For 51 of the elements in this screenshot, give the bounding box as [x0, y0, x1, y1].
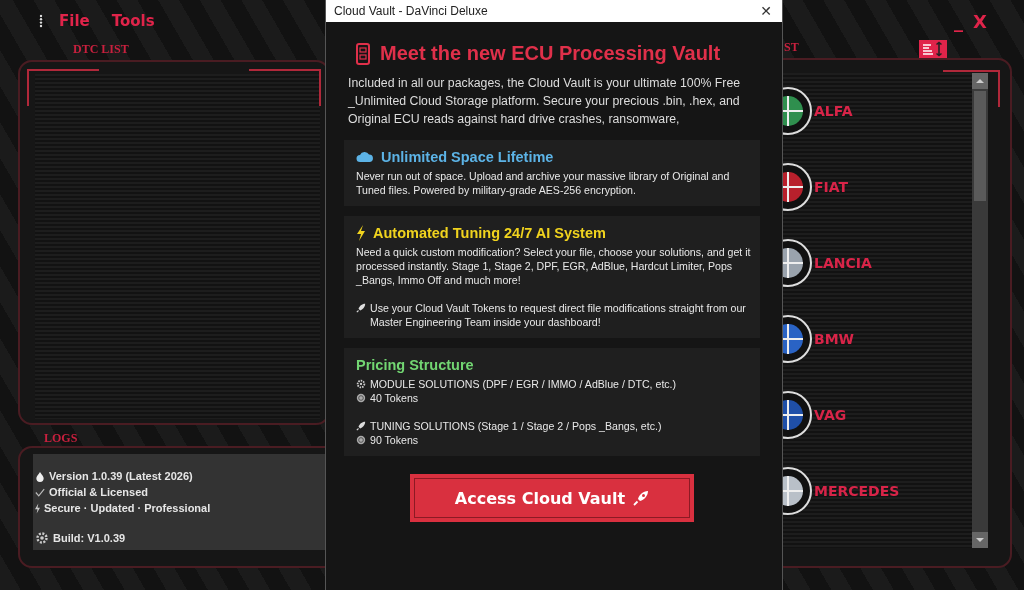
- gear-icon: [356, 379, 366, 389]
- close-button[interactable]: ✕: [756, 3, 776, 19]
- panel-title: DTC LIST: [73, 42, 130, 58]
- window-control[interactable]: _: [951, 10, 967, 32]
- menu-item[interactable]: File: [53, 12, 96, 30]
- scrollbar-thumb[interactable]: [974, 91, 986, 201]
- gear-icon: [35, 531, 49, 545]
- scroll-up-icon[interactable]: [972, 73, 988, 89]
- menu-icon[interactable]: [39, 14, 43, 28]
- window-title: Cloud Vault - DaVinci Deluxe: [334, 4, 488, 18]
- brand-item[interactable]: ALFA: [812, 103, 855, 119]
- brand-item[interactable]: MERCEDES: [812, 483, 902, 499]
- bolt-icon: [35, 502, 40, 514]
- rocket-icon: [356, 421, 366, 431]
- scroll-down-icon[interactable]: [972, 532, 988, 548]
- brand-item[interactable]: LANCIA: [812, 255, 874, 271]
- card-text: 90 Tokens: [370, 433, 419, 447]
- log-line: Build: V1.0.39: [53, 532, 126, 544]
- card-text: 40 Tokens: [370, 391, 419, 405]
- access-button[interactable]: Access Cloud Vault: [410, 474, 694, 522]
- coin-icon: [356, 435, 366, 445]
- sort-icon[interactable]: [919, 40, 947, 58]
- panel-title: ST: [784, 40, 799, 55]
- card-title: Unlimited Space Lifetime: [381, 149, 554, 165]
- card-text: TUNING SOLUTIONS (Stage 1 / Stage 2 / Pops _Bangs, etc.): [370, 419, 662, 433]
- chip-icon: [356, 42, 370, 65]
- log-line: Official & Licensed: [49, 486, 149, 498]
- card-title: Automated Tuning 24/7 AI System: [373, 225, 606, 241]
- panel-title: LOGS: [44, 431, 79, 446]
- intro-text: Included in all our packages, the Cloud Vault is your ultimate 100% Free _Unlimited Cloud Storage platform. Secure your precious .bin, .hex, and Original ECU reads against hard drive crashes, ransomware,: [348, 75, 742, 128]
- brand-item[interactable]: BMW: [812, 331, 857, 347]
- drop-icon: [35, 470, 45, 482]
- window-control[interactable]: X: [970, 10, 990, 32]
- card-text: Use your Cloud Vault Tokens to request direct file modifications straight from our Master Engineering Team inside your dashboard!: [370, 301, 747, 329]
- bolt-icon: [356, 225, 366, 241]
- card-text: MODULE SOLUTIONS (DPF / EGR / IMMO / AdBlue / DTC, etc.): [370, 377, 677, 391]
- card-title: Pricing Structure: [356, 357, 474, 373]
- rocket-icon: [356, 303, 366, 313]
- menu-item[interactable]: Tools: [105, 12, 161, 30]
- cloud-icon: [356, 151, 374, 163]
- check-icon: [35, 486, 45, 498]
- scrollbar[interactable]: [972, 73, 988, 548]
- dialog-heading: Meet the new ECU Processing Vault: [380, 42, 721, 65]
- rocket-icon: [633, 490, 650, 506]
- card-text: Never run out of space. Upload and archive your massive library of Original and Tuned files. Powered by military-grade AES-256 encryption.: [356, 169, 731, 197]
- coin-icon: [356, 393, 366, 403]
- brand-item[interactable]: VAG: [812, 407, 849, 423]
- log-line: Version 1.0.39 (Latest 2026): [49, 470, 193, 482]
- log-line: Secure · Updated · Professional: [44, 502, 211, 514]
- card-text: Need a quick custom modification? Select your file, choose your solutions, and get it processed instantly. Stage 1, Stage 2, DPF, EGR, AdBlue, Hardcut Limiter, Pops _Bangs, Immo Off and much more!: [356, 245, 752, 287]
- brand-item[interactable]: FIAT: [812, 179, 851, 195]
